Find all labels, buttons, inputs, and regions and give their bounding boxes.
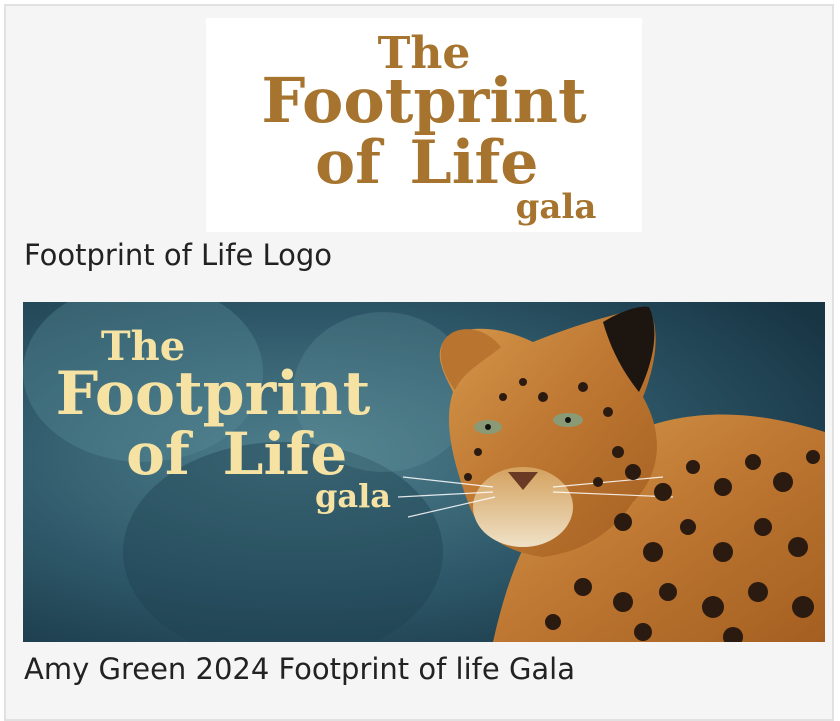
banner-of-text: of [126, 420, 194, 488]
banner-graphic: The Footprint of Life gala [23, 302, 825, 642]
logo-of-text: of [315, 128, 385, 198]
logo-caption: Footprint of Life Logo [24, 238, 333, 272]
banner-footprint-text: Footprint [56, 359, 371, 429]
content-panel: The Footprint of Life gala Footprint of … [4, 4, 834, 721]
banner-caption: Amy Green 2024 Footprint of life Gala [24, 652, 576, 686]
gala-banner-image[interactable]: The Footprint of Life gala [23, 302, 825, 642]
logo-footprint-text: Footprint [261, 64, 587, 137]
footprint-logo-image[interactable]: The Footprint of Life gala [206, 18, 642, 232]
logo-gala-text: gala [516, 187, 597, 227]
banner-gala-text: gala [315, 477, 391, 515]
logo-graphic: The Footprint of Life gala [261, 28, 597, 227]
